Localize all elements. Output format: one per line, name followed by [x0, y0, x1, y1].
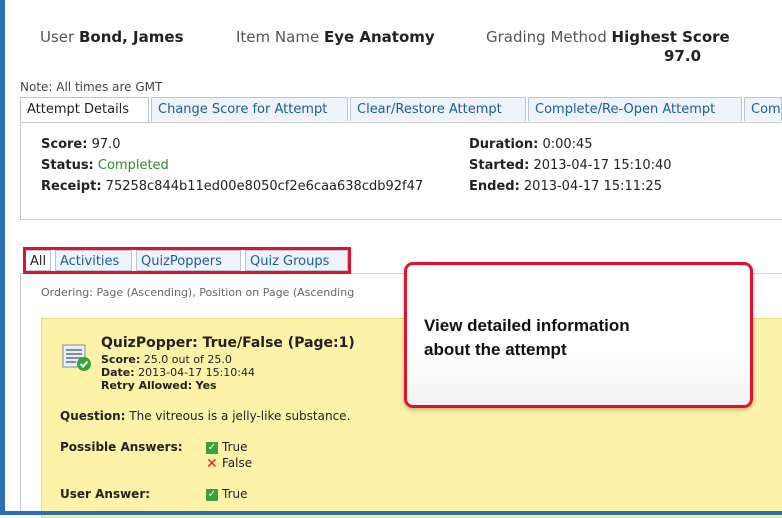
user-label: User: [40, 28, 75, 46]
item-name-label: Item Name: [236, 28, 320, 46]
duration-value: 0:00:45: [542, 137, 593, 152]
ended-value: 2013-04-17 15:11:25: [523, 179, 662, 194]
status-row: Status: Completed: [41, 158, 169, 173]
answer-false-text: False: [222, 456, 253, 470]
answer-true-text: True: [222, 440, 248, 454]
score-row: Score: 97.0: [41, 137, 121, 152]
grading-method-label: Grading Method: [486, 28, 607, 46]
started-label: Started:: [469, 158, 530, 173]
quiz-date-label: Date:: [101, 366, 135, 379]
possible-answers-label-text: Possible Answers:: [60, 440, 183, 454]
header-grading-method: Grading Method Highest Score: [486, 28, 730, 46]
ended-row: Ended: 2013-04-17 15:11:25: [469, 179, 662, 194]
question-text: The vitreous is a jelly-like substance.: [129, 409, 351, 423]
window-frame-left: [0, 0, 5, 515]
possible-answers-label: Possible Answers:: [60, 440, 183, 454]
tab-more[interactable]: Com: [744, 97, 782, 121]
question-row: Question: The vitreous is a jelly-like s…: [60, 409, 350, 423]
grading-method-value: Highest Score: [611, 28, 730, 46]
tab-change-score[interactable]: Change Score for Attempt: [151, 97, 348, 121]
question-label: Question:: [60, 409, 126, 423]
attempt-tabs: Attempt Details Change Score for Attempt…: [20, 97, 782, 123]
answer-option-true: ✓ True: [206, 440, 248, 454]
ordering-text: Ordering: Page (Ascending), Position on …: [41, 286, 355, 299]
attempt-header: User Bond, James Item Name Eye Anatomy G…: [0, 28, 782, 68]
subtabs-highlight: [23, 247, 351, 274]
tab-clear-restore[interactable]: Clear/Restore Attempt: [350, 97, 526, 121]
user-answer-label: User Answer:: [60, 487, 150, 501]
receipt-row: Receipt: 75258c844b11ed00e8050cf2e6caa63…: [41, 179, 423, 194]
header-item-name: Item Name Eye Anatomy: [236, 28, 435, 46]
user-answer-label-text: User Answer:: [60, 487, 151, 501]
started-row: Started: 2013-04-17 15:10:40: [469, 158, 672, 173]
check-icon: ✓: [206, 441, 218, 454]
quiz-date-row: Date: 2013-04-17 15:10:44: [101, 366, 255, 379]
receipt-value: 75258c844b11ed00e8050cf2e6caa638cdb92f47: [105, 179, 424, 194]
window-frame-bottom: [0, 511, 782, 515]
score-value: 97.0: [91, 137, 121, 152]
started-value: 2013-04-17 15:10:40: [533, 158, 672, 173]
header-user: User Bond, James: [40, 28, 184, 46]
annotation-callout-text: View detailed information about the atte…: [424, 314, 724, 362]
status-label: Status:: [41, 158, 94, 173]
user-value: Bond, James: [78, 28, 184, 46]
tab-attempt-details[interactable]: Attempt Details: [20, 97, 149, 123]
answer-option-false: ✕ False: [206, 455, 253, 472]
duration-row: Duration: 0:00:45: [469, 137, 593, 152]
header-score-value: 97.0: [664, 47, 702, 65]
tab-complete-reopen[interactable]: Complete/Re-Open Attempt: [528, 97, 742, 121]
user-answer-value: ✓ True: [206, 487, 248, 501]
duration-label: Duration:: [469, 137, 539, 152]
quiz-retry-value: Yes: [195, 379, 217, 392]
timezone-note: Note: All times are GMT: [20, 80, 163, 94]
x-icon: ✕: [206, 455, 218, 472]
score-label: Score:: [41, 137, 88, 152]
callout-line-1: View detailed information: [424, 316, 630, 335]
quiz-score-label: Score:: [101, 353, 141, 366]
callout-line-2: about the attempt: [424, 340, 567, 359]
quiz-score-value: 25.0 out of 25.0: [143, 353, 232, 366]
item-name-value: Eye Anatomy: [323, 28, 435, 46]
check-icon: ✓: [206, 488, 218, 501]
user-answer-text: True: [222, 487, 248, 501]
quiz-retry-label: Retry Allowed:: [101, 379, 193, 392]
status-value: Completed: [97, 158, 169, 173]
quiz-retry-row: Retry Allowed: Yes: [101, 379, 217, 392]
quiz-date-value: 2013-04-17 15:10:44: [138, 366, 255, 379]
quizpopper-title: QuizPopper: True/False (Page:1): [101, 335, 355, 351]
ended-label: Ended:: [469, 179, 520, 194]
quiz-score-row: Score: 25.0 out of 25.0: [101, 353, 232, 366]
receipt-label: Receipt:: [41, 179, 102, 194]
quiz-result-icon: [62, 344, 91, 371]
